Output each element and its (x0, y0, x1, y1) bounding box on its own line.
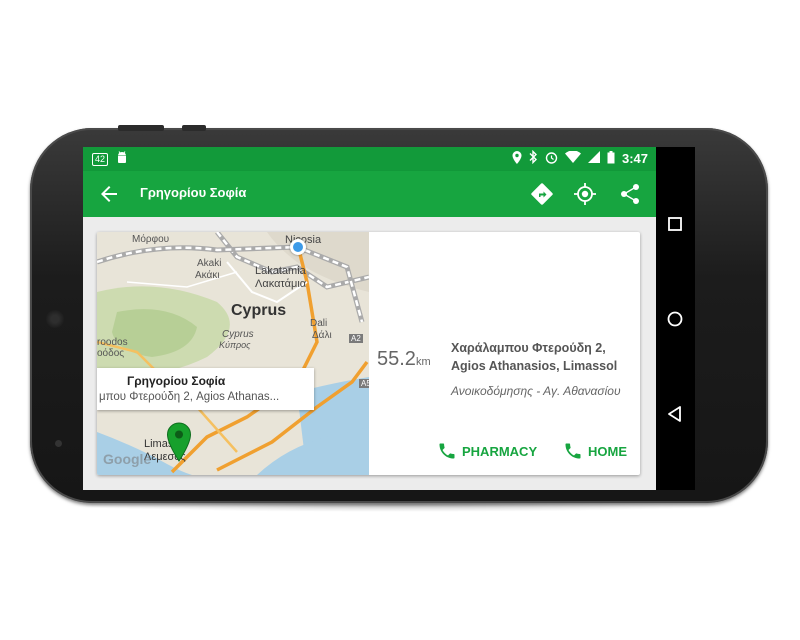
pharmacy-card: Μόρφου Nicosia Akaki Ακάκι Lakatamia Λακ… (97, 232, 640, 475)
android-icon (116, 151, 128, 167)
map-label-cyprus-greek: Κύπρος (219, 340, 251, 350)
arrow-back-icon (101, 186, 117, 202)
earpiece-speaker (46, 310, 64, 328)
battery-icon (607, 150, 615, 167)
directions-icon (531, 183, 553, 205)
back-triangle-icon (668, 406, 681, 422)
my-location-dot (290, 239, 306, 255)
phone-screen: 42 3:47 Γρηγορίου Σοφία Μόρφου Akaki Ακά… (83, 147, 695, 490)
map-label-lakatamia-latin: Lakatamia (255, 265, 306, 277)
map-label-a2: A2 (349, 334, 363, 343)
map-info-window[interactable]: Γρηγορίου Σοφία μπου Φτερούδη 2, Agios A… (97, 368, 314, 410)
map-label-cyprus-italic: Cyprus (222, 329, 254, 340)
pharmacy-details: 55.2km Χαράλαμπου Φτερούδη 2, Agios Atha… (369, 232, 640, 475)
home-circle-icon (667, 311, 683, 327)
navigation-bar (656, 147, 695, 490)
info-window-title: Γρηγορίου Σοφία (127, 374, 226, 388)
distance-value: 55.2 (377, 348, 416, 370)
map-label-akaki-latin: Akaki (197, 258, 222, 269)
home-button[interactable] (664, 308, 686, 330)
map-tiles (97, 232, 369, 475)
call-home-button[interactable]: HOME (563, 438, 627, 464)
volume-key[interactable] (118, 125, 164, 131)
map-label-troodos-latin: roodos (97, 337, 128, 348)
notification-42-icon: 42 (92, 152, 109, 166)
map-pin-icon (166, 422, 192, 462)
share-button[interactable] (617, 181, 643, 207)
distance: 55.2km (377, 348, 431, 371)
camera-sensor (55, 440, 62, 447)
location-icon (512, 150, 522, 167)
info-window-address: μπου Φτερούδη 2, Agios Athanas... (99, 391, 280, 403)
map-label-a5: A5 (359, 379, 369, 388)
google-logo: Google (103, 451, 152, 467)
call-pharmacy-label: PHARMACY (462, 443, 538, 459)
signal-icon (587, 151, 600, 166)
my-location-icon (574, 183, 596, 205)
recents-button[interactable] (664, 213, 686, 235)
map-label-dali-greek: Δάλι (312, 330, 332, 341)
bluetooth-icon (529, 149, 538, 167)
recents-icon (668, 217, 682, 231)
map-label-akaki-greek: Ακάκι (195, 270, 220, 281)
map-label-dali: Dali (310, 318, 328, 329)
phone-icon (439, 443, 455, 459)
status-time: 3:47 (621, 151, 648, 166)
map-label-cyprus: Cyprus (231, 302, 287, 319)
back-nav-button[interactable] (664, 403, 686, 425)
status-bar: 42 3:47 (83, 147, 656, 171)
wifi-icon (564, 150, 581, 166)
call-home-label: HOME (588, 443, 627, 459)
app-bar: Γρηγορίου Σοφία (83, 171, 656, 217)
map-view[interactable]: Μόρφου Nicosia Akaki Ακάκι Lakatamia Λακ… (97, 232, 369, 475)
back-button[interactable] (97, 182, 121, 206)
power-key[interactable] (182, 125, 206, 131)
map-label-lakatamia-greek: Λακατάμια (255, 278, 307, 290)
map-label-troodos-greek: οόδος (97, 348, 125, 359)
pharmacy-area: Ανοικοδόμησης - Αγ. Αθανασίου (451, 384, 621, 398)
page-title: Γρηγορίου Σοφία (140, 185, 247, 200)
my-location-button[interactable] (572, 181, 598, 207)
call-pharmacy-button[interactable]: PHARMACY (437, 438, 537, 464)
phone-icon (565, 443, 581, 459)
map-label-morfou: Μόρφου (132, 234, 170, 245)
distance-unit: km (415, 356, 431, 368)
content-area: Μόρφου Nicosia Akaki Ακάκι Lakatamia Λακ… (83, 217, 656, 490)
map-marker[interactable] (166, 422, 192, 462)
alarm-icon (545, 151, 558, 167)
pharmacy-address: Χαράλαμπου Φτερούδη 2, Agios Athanasios,… (451, 341, 618, 373)
directions-button[interactable] (529, 181, 555, 207)
share-icon (621, 184, 639, 204)
